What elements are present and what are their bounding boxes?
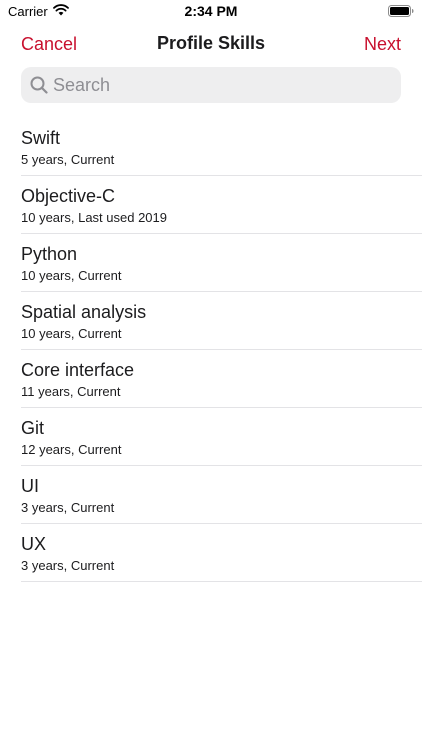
search-icon (29, 75, 49, 95)
skill-detail: 11 years, Current (21, 384, 121, 399)
skill-name: Spatial analysis (21, 302, 147, 322)
skill-item-ui[interactable]: UI 3 years, Current (21, 466, 422, 524)
skill-name: Core interface (21, 360, 135, 380)
skill-item-ux[interactable]: UX 3 years, Current (21, 524, 422, 582)
skill-name: Python (21, 244, 78, 264)
skill-detail: 10 years, Current (21, 326, 122, 341)
skill-item-core-interface[interactable]: Core interface 11 years, Current (21, 350, 422, 408)
skill-item-swift[interactable]: Swift 5 years, Current (21, 118, 422, 176)
skill-detail: 3 years, Current (21, 558, 115, 573)
skill-item-spatial-analysis[interactable]: Spatial analysis 10 years, Current (21, 292, 422, 350)
next-button[interactable]: Next (364, 34, 401, 55)
page-title: Profile Skills (156, 33, 266, 53)
skill-detail: 10 years, Current (21, 268, 122, 283)
skill-detail: 3 years, Current (21, 500, 115, 515)
skill-name: Swift (21, 128, 61, 148)
battery-icon (388, 5, 414, 20)
status-bar: Carrier 2:34 PM (0, 0, 422, 22)
search-bar[interactable] (21, 67, 401, 103)
skill-name: UX (21, 534, 47, 554)
skill-name: UI (21, 476, 39, 496)
skill-list: Swift 5 years, Current Objective-C 10 ye… (21, 118, 422, 582)
skill-name: Objective-C (21, 186, 116, 206)
search-input[interactable] (53, 74, 373, 96)
navigation-bar: Cancel Profile Skills Next (0, 22, 422, 66)
skill-detail: 12 years, Current (21, 442, 122, 457)
skill-detail: 5 years, Current (21, 152, 115, 167)
status-time: 2:34 PM (184, 3, 238, 19)
skill-item-objective-c[interactable]: Objective-C 10 years, Last used 2019 (21, 176, 422, 234)
skill-name: Git (21, 418, 45, 438)
skill-item-git[interactable]: Git 12 years, Current (21, 408, 422, 466)
skill-detail: 10 years, Last used 2019 (21, 210, 167, 225)
skill-item-python[interactable]: Python 10 years, Current (21, 234, 422, 292)
